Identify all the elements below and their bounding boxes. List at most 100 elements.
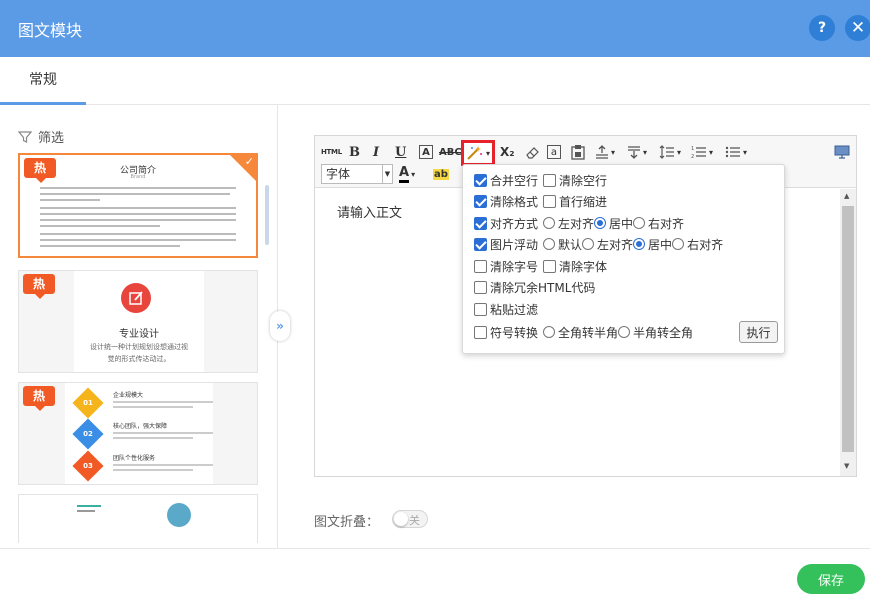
font-family-value: 字体: [326, 167, 351, 181]
float-left-radio[interactable]: [582, 238, 595, 250]
fold-toggle[interactable]: 关: [392, 510, 428, 528]
template-card-list[interactable]: 热 01 企业规模大 02 核心团队，强大保障 03 团队个性化服务: [18, 382, 258, 485]
template-list[interactable]: 热 ✓ 公司简介 Brand 热 专业设计 设计统一种计划规划设想通过视 觉的形…: [18, 153, 258, 543]
option-label: 居中: [609, 216, 634, 231]
popup-row: 对齐方式 左对齐 居中 右对齐: [474, 214, 684, 232]
card-body: 专业设计 设计统一种计划规划设想通过视 觉的形式传达动过。: [74, 271, 204, 372]
scroll-thumb[interactable]: [842, 206, 854, 452]
align-button[interactable]: ▾: [595, 142, 615, 162]
symbol-convert-checkbox[interactable]: [474, 325, 487, 339]
text-line: [40, 207, 236, 209]
ordered-list-button[interactable]: 1 2 ▾: [691, 142, 713, 162]
option-label: 清除格式: [490, 194, 539, 209]
editor-scrollbar[interactable]: ▲ ▼: [840, 189, 856, 476]
hot-badge: 热: [23, 386, 55, 411]
filter-icon: [18, 130, 32, 143]
align-right-radio[interactable]: [633, 217, 646, 229]
vertical-align-icon: [628, 146, 640, 159]
option-label: 右对齐: [648, 216, 685, 231]
item-number: 03: [83, 462, 93, 470]
dialog-footer: 保存: [0, 548, 870, 597]
chevron-down-icon: ▾: [709, 147, 714, 157]
font-border-button[interactable]: A: [419, 145, 433, 159]
indent-first-checkbox[interactable]: [543, 194, 557, 208]
float-default-radio[interactable]: [543, 238, 556, 250]
dialog-title: 图文模块: [18, 21, 83, 40]
subscript-button[interactable]: X₂: [500, 142, 515, 162]
clear-font-checkbox[interactable]: [543, 259, 557, 273]
list-scrollbar[interactable]: [265, 185, 269, 245]
line-height-button[interactable]: ▾: [659, 142, 681, 162]
option-label: 默认: [558, 237, 583, 252]
chevron-down-icon: ▼: [382, 165, 392, 183]
text-line: [113, 464, 213, 466]
help-button[interactable]: ?: [809, 15, 835, 41]
font-color-button[interactable]: A ▾: [399, 164, 427, 184]
item-title: 团队个性化服务: [113, 455, 156, 462]
clear-size-checkbox[interactable]: [474, 259, 487, 273]
scroll-up-icon[interactable]: ▲: [844, 192, 849, 200]
vertical-align-button[interactable]: ▾: [627, 142, 647, 162]
tab-general[interactable]: 常规: [0, 57, 86, 105]
merge-empty-checkbox[interactable]: [474, 173, 487, 187]
item-title: 核心团队，强大保障: [113, 423, 168, 430]
image-float-checkbox[interactable]: [474, 237, 487, 251]
eraser-button[interactable]: [525, 142, 541, 162]
template-card-design[interactable]: 热 专业设计 设计统一种计划规划设想通过视 觉的形式传达动过。: [18, 270, 258, 373]
close-button[interactable]: ✕: [845, 15, 870, 41]
unordered-list-button[interactable]: ▾: [725, 142, 747, 162]
strikethrough-button[interactable]: ABC: [439, 142, 462, 162]
align-left-radio[interactable]: [543, 217, 556, 229]
text-line: [40, 239, 236, 241]
align-checkbox[interactable]: [474, 216, 487, 230]
item-number: 02: [83, 430, 93, 438]
template-card-partial[interactable]: [18, 494, 258, 543]
template-card-company[interactable]: 热 ✓ 公司简介 Brand: [18, 153, 258, 258]
chevron-down-icon: ▾: [677, 147, 682, 157]
auto-format-button[interactable]: ▾: [461, 140, 495, 166]
html-source-button[interactable]: HTML: [321, 142, 342, 162]
avatar: [167, 503, 191, 527]
paste-filter-checkbox[interactable]: [474, 302, 487, 316]
filter-button[interactable]: 筛选: [18, 127, 64, 146]
option-label: 左对齐: [558, 216, 595, 231]
option-label: 清除字体: [559, 259, 608, 274]
save-button[interactable]: 保存: [797, 564, 865, 594]
format-brush-button[interactable]: a: [547, 145, 561, 159]
full-to-half-radio[interactable]: [543, 326, 556, 338]
chevron-down-icon: ▾: [411, 169, 416, 179]
monitor-icon: [834, 145, 850, 159]
option-label: 清除空行: [559, 173, 608, 188]
editor-placeholder: 请输入正文: [337, 206, 403, 221]
ordered-list-icon: 1 2: [691, 146, 706, 159]
clear-html-checkbox[interactable]: [474, 280, 487, 294]
popup-row: 清除冗余HTML代码: [474, 278, 595, 296]
collapse-panel-button[interactable]: »: [270, 311, 290, 341]
highlight-button[interactable]: ab: [433, 164, 449, 184]
clear-format-checkbox[interactable]: [474, 194, 487, 208]
option-label: 左对齐: [597, 237, 634, 252]
popup-row: 清除字号 清除字体: [474, 257, 607, 275]
svg-text:1: 1: [691, 146, 694, 152]
fullscreen-button[interactable]: [834, 142, 850, 162]
clear-empty-checkbox[interactable]: [543, 173, 557, 187]
align-icon: [596, 145, 608, 159]
font-family-select[interactable]: 字体 ▼: [321, 164, 393, 184]
option-label: 全角转半角: [558, 325, 619, 340]
paste-plain-button[interactable]: [571, 142, 585, 162]
float-right-radio[interactable]: [672, 238, 685, 250]
card-subtitle: Brand: [130, 174, 146, 180]
execute-button[interactable]: 执行: [739, 321, 778, 343]
toggle-state: 关: [409, 514, 420, 527]
align-center-radio[interactable]: [594, 217, 607, 229]
card-text: 觉的形式传达动过。: [107, 355, 171, 363]
half-to-full-radio[interactable]: [618, 326, 631, 338]
text-line: [40, 187, 236, 189]
scroll-down-icon[interactable]: ▼: [844, 462, 849, 470]
float-center-radio[interactable]: [633, 238, 646, 250]
underline-button[interactable]: U: [395, 142, 406, 162]
text-line: [40, 225, 160, 227]
text-line: [113, 432, 213, 434]
bold-button[interactable]: B: [349, 142, 360, 162]
italic-button[interactable]: I: [373, 142, 379, 162]
